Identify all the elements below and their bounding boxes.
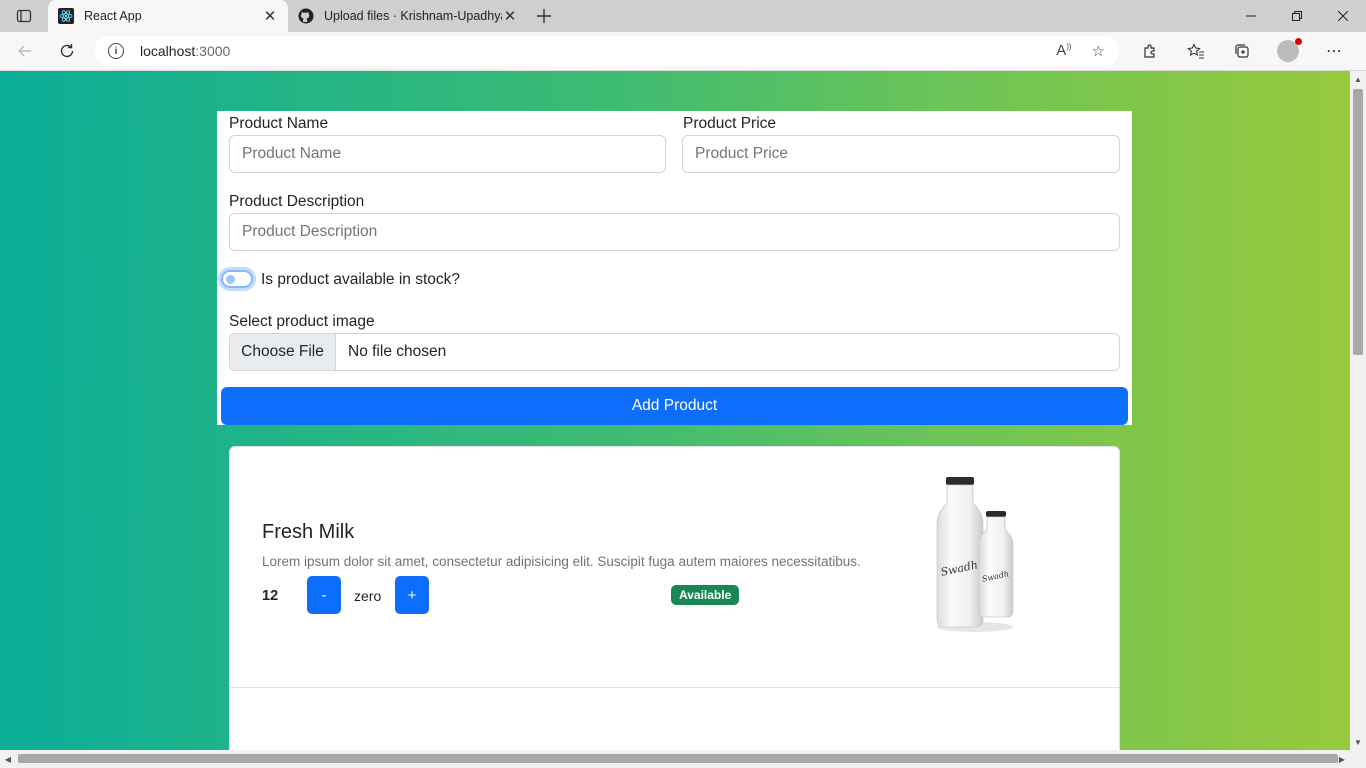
read-aloud-icon[interactable]: A)) — [1056, 42, 1071, 60]
profile-button[interactable] — [1265, 38, 1311, 62]
scroll-up-arrow-icon[interactable]: ▲ — [1350, 71, 1366, 87]
extensions-icon[interactable] — [1127, 43, 1173, 59]
file-status: No file chosen — [348, 343, 447, 360]
browser-tools: ⋯ — [1127, 38, 1357, 62]
product-title: Fresh Milk — [262, 521, 355, 543]
back-arrow-icon — [18, 45, 31, 57]
quantity-value: zero — [354, 588, 382, 604]
address-toolbar: i localhost:3000 A)) ☆ ⋯ — [0, 32, 1366, 71]
url-port: :3000 — [195, 43, 231, 59]
close-window-icon — [1338, 11, 1348, 21]
tab-actions-button[interactable] — [0, 0, 48, 32]
stock-toggle[interactable] — [221, 270, 253, 288]
tab-react-app[interactable]: React App ✕ — [48, 0, 288, 32]
product-card: Fresh Milk Lorem ipsum dolor sit amet, c… — [229, 446, 1120, 750]
scroll-down-arrow-icon[interactable]: ▼ — [1350, 734, 1366, 750]
url-actions: A)) ☆ — [1056, 42, 1105, 60]
close-icon[interactable]: ✕ — [262, 7, 278, 25]
image-file-input[interactable]: Choose File No file chosen — [229, 333, 1120, 371]
product-name-label: Product Name — [229, 115, 329, 132]
minimize-button[interactable] — [1228, 0, 1274, 32]
info-icon[interactable]: i — [108, 43, 124, 59]
card-divider — [230, 687, 1119, 688]
minimize-icon — [1246, 15, 1256, 17]
close-icon[interactable]: ✕ — [502, 7, 518, 25]
new-tab-button[interactable] — [528, 0, 560, 32]
more-options-icon[interactable]: ⋯ — [1311, 41, 1357, 61]
restore-icon — [1292, 11, 1302, 21]
product-form: Product Name Product Price Product Descr… — [217, 111, 1132, 425]
choose-file-button[interactable]: Choose File — [230, 334, 336, 370]
tab-actions-icon — [16, 9, 32, 23]
decrement-button[interactable]: - — [307, 576, 341, 614]
product-price-label: Product Price — [683, 115, 777, 132]
plus-icon — [537, 9, 551, 23]
vertical-scrollbar[interactable]: ▲ ▼ — [1350, 71, 1366, 750]
scroll-thumb[interactable] — [1353, 89, 1363, 355]
collections-icon[interactable] — [1219, 43, 1265, 59]
product-price-input[interactable] — [682, 135, 1120, 173]
add-product-button[interactable]: Add Product — [221, 387, 1128, 425]
page-viewport: Product Name Product Price Product Descr… — [0, 71, 1350, 750]
refresh-icon — [60, 44, 74, 58]
milk-bottles-image: Swadh Swadh — [936, 477, 1014, 632]
refresh-button[interactable] — [50, 34, 84, 68]
product-name-input[interactable] — [229, 135, 666, 173]
favorites-icon[interactable] — [1173, 43, 1219, 59]
product-price: 12 — [262, 588, 279, 604]
tab-title: Upload files · Krishnam-Upadhyay — [324, 9, 502, 23]
github-icon — [298, 8, 314, 24]
restore-button[interactable] — [1274, 0, 1320, 32]
favorite-add-icon[interactable]: ☆ — [1092, 42, 1105, 60]
url-bar[interactable]: i localhost:3000 A)) ☆ — [94, 36, 1119, 66]
product-description: Lorem ipsum dolor sit amet, consectetur … — [262, 554, 861, 569]
react-icon — [58, 8, 74, 24]
close-window-button[interactable] — [1320, 0, 1366, 32]
scroll-thumb[interactable] — [18, 754, 1338, 763]
horizontal-scrollbar[interactable]: ◀ ▶ — [0, 750, 1366, 768]
stock-toggle-label: Is product available in stock? — [261, 271, 461, 288]
product-description-label: Product Description — [229, 193, 365, 210]
increment-button[interactable]: + — [395, 576, 429, 614]
scroll-right-arrow-icon[interactable]: ▶ — [1334, 750, 1350, 768]
window-controls — [1228, 0, 1366, 32]
back-button[interactable] — [8, 34, 42, 68]
product-description-input[interactable] — [229, 213, 1120, 251]
scroll-left-arrow-icon[interactable]: ◀ — [0, 750, 16, 768]
avatar — [1277, 38, 1302, 62]
url-host: localhost — [140, 43, 196, 59]
tab-title: React App — [84, 9, 142, 23]
image-label: Select product image — [229, 313, 375, 330]
browser-tab-bar: React App ✕ Upload files · Krishnam-Upad… — [0, 0, 1366, 32]
tab-upload-files[interactable]: Upload files · Krishnam-Upadhyay ✕ — [288, 0, 528, 32]
status-badge: Available — [671, 585, 740, 605]
